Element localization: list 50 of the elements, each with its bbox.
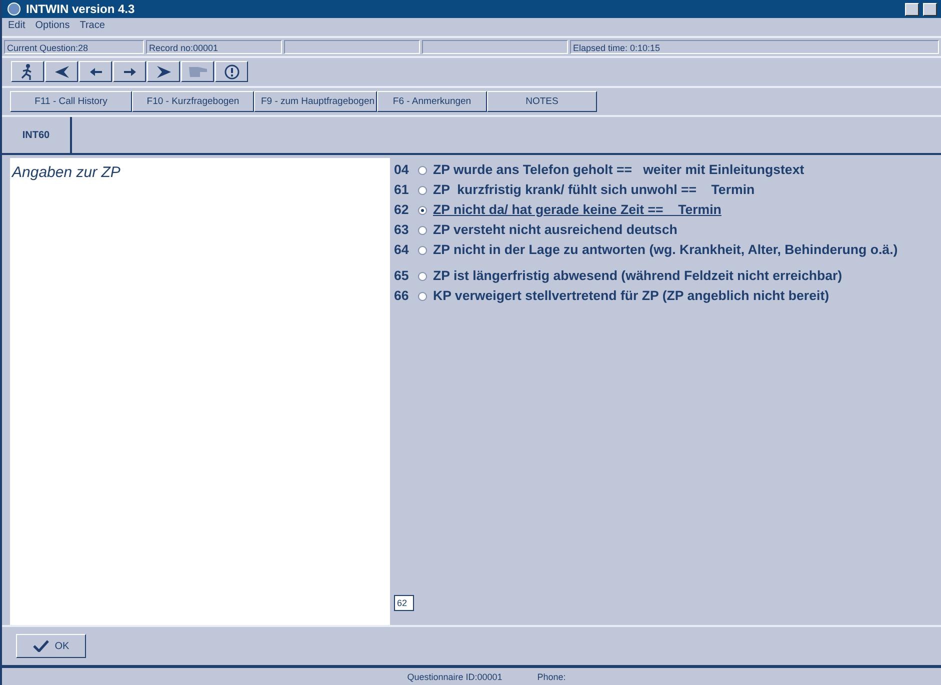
function-key-button[interactable]: F6 - Anmerkungen — [377, 91, 487, 112]
function-key-button[interactable]: F10 - Kurzfragebogen — [132, 91, 254, 112]
option-label[interactable]: ZP ist längerfristig abwesend (während Feldzeit nicht erreichbar) — [433, 268, 933, 284]
radio-button[interactable] — [418, 206, 427, 215]
toolbar-button[interactable] — [215, 61, 248, 82]
option-label[interactable]: KP verweigert stellvertretend für ZP (ZP angeblich nicht bereit) — [433, 288, 933, 304]
option-label[interactable]: ZP wurde ans Telefon geholt == weiter mit Einleitungstext — [433, 162, 933, 178]
radio-button[interactable] — [418, 166, 427, 175]
minimize-button[interactable] — [905, 2, 919, 16]
option-code: 04 — [394, 162, 410, 178]
option-label[interactable]: ZP versteht nicht ausreichend deutsch — [433, 222, 933, 238]
option-code: 62 — [394, 202, 410, 218]
radio-button[interactable] — [418, 246, 427, 255]
menu-item[interactable]: Trace — [80, 20, 105, 34]
menu-item[interactable]: Edit — [8, 20, 26, 34]
option-code: 63 — [394, 222, 410, 238]
function-key-button[interactable]: NOTES — [487, 91, 597, 112]
toolbar-button[interactable] — [181, 61, 214, 82]
window-title: INTWIN version 4.3 — [26, 2, 136, 16]
menu-item[interactable]: Options — [35, 20, 70, 34]
function-key-button[interactable]: F11 - Call History — [10, 91, 132, 112]
option-label[interactable]: ZP kurzfristig krank/ fühlt sich unwohl == Termin — [433, 182, 933, 198]
toolbar-button[interactable] — [79, 61, 112, 82]
radio-button[interactable] — [418, 292, 427, 301]
toolbar-button[interactable] — [113, 61, 146, 82]
restore-button[interactable] — [923, 2, 937, 16]
option-code: 66 — [394, 288, 410, 304]
function-key-button[interactable]: F9 - zum Hauptfragebogen — [254, 91, 377, 112]
elapsed-time-field: Elapsed time: 0:10:15 — [570, 40, 939, 54]
ok-button[interactable]: OK — [16, 634, 86, 658]
globe-icon — [6, 2, 22, 16]
option-code: 65 — [394, 268, 410, 284]
option-label[interactable]: ZP nicht in der Lage zu antworten (wg. Krankheit, Alter, Behinderung o.ä.) — [433, 242, 933, 258]
option-code: 61 — [394, 182, 410, 198]
toolbar-button[interactable] — [45, 61, 78, 82]
option-code: 64 — [394, 242, 410, 258]
radio-button[interactable] — [418, 226, 427, 235]
question-text: Angaben zur ZP — [10, 158, 390, 625]
questionnaire-id: Questionnaire ID:00001 — [407, 672, 502, 684]
toolbar-button[interactable] — [11, 61, 44, 82]
phone-label: Phone: — [537, 672, 566, 684]
record-field: Record no:00001 — [146, 40, 282, 54]
option-label[interactable]: ZP nicht da/ hat gerade keine Zeit == Termin — [433, 202, 933, 218]
question-id: INT60 — [2, 117, 72, 153]
answer-field[interactable]: 62 — [394, 595, 414, 611]
radio-button[interactable] — [418, 272, 427, 281]
radio-button[interactable] — [418, 186, 427, 195]
current-question-field: Current Question:28 — [4, 40, 144, 54]
checkmark-icon — [32, 640, 49, 652]
toolbar-button[interactable] — [147, 61, 180, 82]
